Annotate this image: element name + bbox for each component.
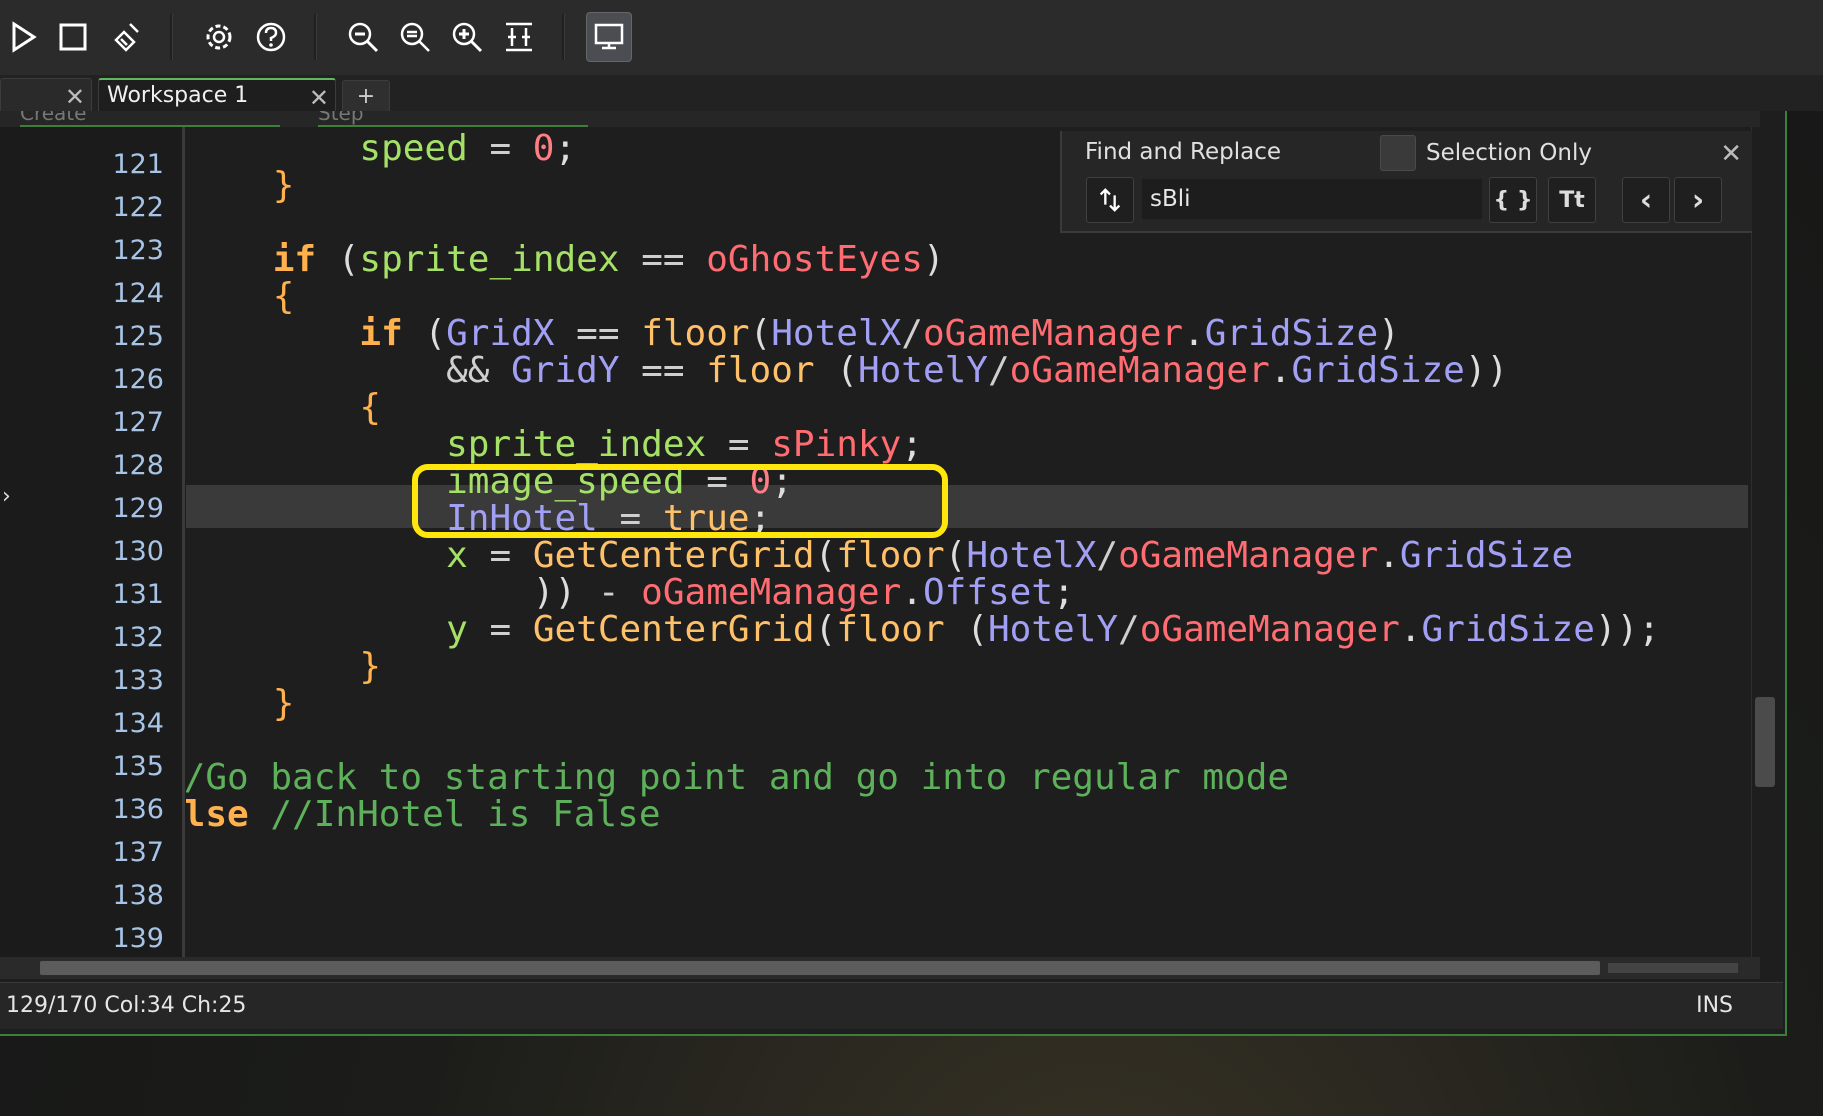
scrollbar-thumb[interactable]	[40, 961, 1600, 975]
toolbar-separator	[562, 14, 565, 60]
horizontal-scrollbar[interactable]	[0, 957, 1760, 979]
workspace-tab-bar: ✕ Workspace 1 ✕ +	[0, 75, 1823, 113]
scrollbar-track	[1608, 963, 1738, 973]
desktop-button[interactable]	[586, 12, 632, 62]
help-button[interactable]	[248, 12, 294, 62]
fit-button[interactable]	[496, 12, 542, 62]
zoom-in-icon	[452, 22, 483, 53]
selection-only-checkbox[interactable]	[1380, 135, 1416, 171]
toggle-replace-button[interactable]	[1086, 177, 1134, 223]
line-number: 130	[112, 536, 164, 567]
line-number: 128	[112, 450, 164, 481]
line-number-gutter: 121 122 123 124 125 126 127 128 129 130 …	[0, 127, 185, 957]
highlight-annotation	[412, 464, 948, 538]
event-tab-create[interactable]: Create	[20, 111, 280, 127]
code-line[interactable]: if (sprite_index == oGhostEyes)	[186, 238, 945, 281]
line-number: 132	[112, 622, 164, 653]
code-line[interactable]: }	[186, 164, 295, 207]
fit-icon	[506, 22, 532, 52]
stop-icon	[59, 23, 87, 51]
zoom-in-button[interactable]	[444, 12, 490, 62]
find-previous-button[interactable]: ‹	[1622, 177, 1670, 223]
line-number: 139	[112, 923, 164, 954]
zoom-out-button[interactable]	[340, 12, 386, 62]
line-number: 122	[112, 192, 164, 223]
selection-only-label: Selection Only	[1426, 140, 1592, 166]
line-number: 127	[112, 407, 164, 438]
tab-label: Workspace 1	[107, 83, 249, 108]
match-case-button[interactable]: Tt	[1548, 177, 1596, 223]
event-tabs: Create Step	[0, 111, 1760, 127]
line-number: 129	[112, 493, 164, 524]
find-next-button[interactable]: ›	[1674, 177, 1722, 223]
help-icon	[256, 22, 286, 52]
close-icon[interactable]: ✕	[1720, 139, 1742, 169]
status-bar: 129/170 Col:34 Ch:25 INS	[0, 982, 1783, 1029]
current-line-arrow-icon: ›	[2, 484, 11, 509]
tab-workspace-1[interactable]: Workspace 1 ✕	[98, 78, 336, 112]
zoom-out-icon	[348, 22, 379, 53]
play-button[interactable]	[0, 12, 46, 62]
code-line[interactable]: else //InHotel is False	[186, 793, 661, 836]
settings-icon	[206, 24, 232, 50]
insert-mode-indicator[interactable]: INS	[1696, 993, 1733, 1018]
toolbar-separator	[314, 14, 317, 60]
line-number: 123	[112, 235, 164, 266]
clean-icon	[114, 23, 139, 52]
vertical-scrollbar[interactable]	[1751, 127, 1782, 957]
close-icon[interactable]: ✕	[65, 83, 85, 111]
play-icon	[12, 21, 37, 53]
find-replace-panel: Find and Replace Selection Only ✕ { } Tt…	[1060, 131, 1752, 233]
main-toolbar	[0, 0, 1823, 76]
swap-arrows-icon	[1099, 188, 1121, 212]
find-replace-title: Find and Replace	[1085, 139, 1281, 165]
toolbar-separator	[170, 14, 173, 60]
scrollbar-thumb[interactable]	[1755, 697, 1775, 787]
line-number: 124	[112, 278, 164, 309]
line-number: 135	[112, 751, 164, 782]
line-number: 138	[112, 880, 164, 911]
stop-button[interactable]	[50, 12, 96, 62]
code-line[interactable]: }	[186, 682, 295, 725]
add-tab-button[interactable]: +	[342, 80, 390, 113]
line-number: 133	[112, 665, 164, 696]
line-number: 126	[112, 364, 164, 395]
code-area[interactable]: speed = 0; } if (sprite_index == oGhostE…	[186, 127, 1748, 957]
code-editor-window: Create Step 121 122 123 124 125 126 127 …	[0, 111, 1787, 1036]
line-number: 131	[112, 579, 164, 610]
code-line[interactable]: y = GetCenterGrid(floor (HotelY/oGameMan…	[186, 608, 1660, 651]
zoom-reset-icon	[400, 22, 430, 52]
clean-button[interactable]	[104, 12, 150, 62]
settings-button[interactable]	[196, 12, 242, 62]
search-input[interactable]	[1142, 179, 1482, 219]
line-number: 134	[112, 708, 164, 739]
line-number: 137	[112, 837, 164, 868]
line-number: 125	[112, 321, 164, 352]
tab-previous[interactable]: ✕	[0, 78, 92, 111]
desktop-icon	[594, 23, 624, 50]
line-number: 121	[112, 149, 164, 180]
cursor-position: 129/170 Col:34 Ch:25	[6, 993, 247, 1018]
zoom-reset-button[interactable]	[392, 12, 438, 62]
regex-button[interactable]: { }	[1489, 177, 1537, 223]
close-icon[interactable]: ✕	[309, 84, 329, 112]
event-tab-step[interactable]: Step	[318, 111, 588, 127]
line-number: 136	[112, 794, 164, 825]
code-line[interactable]: && GridY == floor (HotelY/oGameManager.G…	[186, 349, 1508, 392]
